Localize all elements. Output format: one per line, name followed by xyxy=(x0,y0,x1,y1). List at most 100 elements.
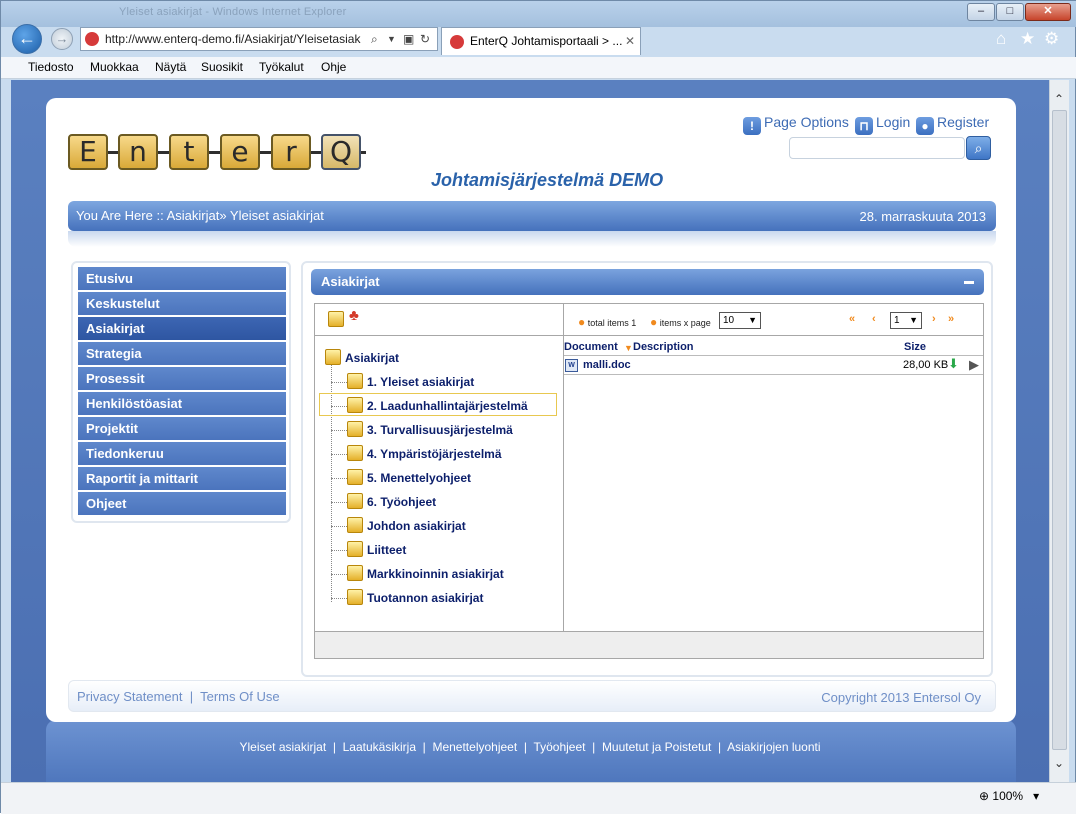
tree-node[interactable]: Markkinoinnin asiakirjat xyxy=(347,565,504,581)
maximize-button[interactable]: □ xyxy=(996,3,1024,21)
sidebar-item-asiakirjat[interactable]: Asiakirjat xyxy=(78,317,286,341)
sidebar-item-henkilostoasiat[interactable]: Henkilöstöasiat xyxy=(78,392,286,416)
tree-node[interactable]: Tuotannon asiakirjat xyxy=(347,589,483,605)
menu-suosikit[interactable]: Suosikit xyxy=(201,60,243,74)
tree-node[interactable]: Johdon asiakirjat xyxy=(347,517,466,533)
menu-tyokalut[interactable]: Työkalut xyxy=(259,60,304,74)
login-link[interactable]: ⊓ Login xyxy=(855,114,910,135)
browser-window: Yleiset asiakirjat - Windows Internet Ex… xyxy=(0,0,1076,814)
forward-button[interactable]: → xyxy=(51,28,73,50)
gear-icon[interactable]: ⚙ xyxy=(1044,29,1059,49)
col-description[interactable]: Description xyxy=(633,341,694,353)
col-size[interactable]: Size xyxy=(904,341,926,353)
address-bar[interactable]: http://www.enterq-demo.fi/Asiakirjat/Yle… xyxy=(80,27,438,51)
menu-bar: Tiedosto Muokkaa Näytä Suosikit Työkalut… xyxy=(1,57,1076,79)
menu-nayta[interactable]: Näytä xyxy=(155,60,186,74)
browser-tab[interactable]: EnterQ Johtamisportaali > ... ✕ xyxy=(441,27,641,55)
dropdown-arrow-icon[interactable]: ▼ xyxy=(387,28,396,50)
tree-hline xyxy=(331,526,347,527)
total-items: ● total items 1 xyxy=(578,315,637,329)
panel-header: Asiakirjat ▬ xyxy=(311,269,984,295)
logo-tile-e: E xyxy=(68,134,108,170)
first-page-icon[interactable]: « xyxy=(849,313,855,325)
close-window-button[interactable]: ✕ xyxy=(1025,3,1071,21)
zoom-icon: ⊕ xyxy=(979,789,990,803)
breadcrumb-text[interactable]: You Are Here :: Asiakirjat» Yleiset asia… xyxy=(76,208,324,223)
sidebar-item-ohjeet[interactable]: Ohjeet xyxy=(78,492,286,516)
table-row[interactable]: W malli.doc 28,00 KB ⬇ ▶ xyxy=(564,355,983,375)
tree-node[interactable]: 3. Turvallisuusjärjestelmä xyxy=(347,421,513,437)
tree-node[interactable]: 2. Laadunhallintajärjestelmä xyxy=(347,397,528,413)
tree-node-label: 1. Yleiset asiakirjat xyxy=(367,375,475,389)
address-url[interactable]: http://www.enterq-demo.fi/Asiakirjat/Yle… xyxy=(105,28,367,50)
sidebar-item-projektit[interactable]: Projektit xyxy=(78,417,286,441)
tree-node[interactable]: 5. Menettelyohjeet xyxy=(347,469,471,485)
tree-node-label: 5. Menettelyohjeet xyxy=(367,471,472,485)
bottom-link[interactable]: Asiakirjojen luonti xyxy=(727,740,820,754)
zoom-control[interactable]: ⊕ 100% ▾ xyxy=(979,789,1039,803)
minimize-button[interactable]: – xyxy=(967,3,995,21)
vertical-scrollbar[interactable]: ⌃ ⌄ xyxy=(1049,80,1069,782)
bottom-link[interactable]: Muutetut ja Poistetut xyxy=(602,740,711,754)
tree-node-root[interactable]: Asiakirjat xyxy=(325,349,399,365)
prev-page-icon[interactable]: ‹ xyxy=(872,313,876,325)
menu-muokkaa[interactable]: Muokkaa xyxy=(90,60,139,74)
search-input[interactable] xyxy=(789,137,965,159)
page-select[interactable]: 1 ▼ xyxy=(890,312,922,329)
sidebar-item-strategia[interactable]: Strategia xyxy=(78,342,286,366)
new-folder-icon[interactable] xyxy=(328,311,344,327)
collapse-icon[interactable]: ▬ xyxy=(964,269,974,295)
document-name[interactable]: malli.doc xyxy=(583,359,631,371)
bottom-link[interactable]: Laatukäsikirja xyxy=(343,740,416,754)
permissions-icon[interactable]: ♣ xyxy=(349,307,359,324)
tree-node-label: Asiakirjat xyxy=(345,351,400,365)
scroll-up-icon[interactable]: ⌃ xyxy=(1054,92,1064,106)
logo-tile-e2: e xyxy=(220,134,260,170)
page-options-link[interactable]: ! Page Options xyxy=(743,114,849,135)
menu-tiedosto[interactable]: Tiedosto xyxy=(28,60,74,74)
tab-title: EnterQ Johtamisportaali > ... xyxy=(470,34,623,48)
sidebar-item-keskustelut[interactable]: Keskustelut xyxy=(78,292,286,316)
bottom-link[interactable]: Yleiset asiakirjat xyxy=(239,740,326,754)
favorites-star-icon[interactable]: ★ xyxy=(1020,29,1035,49)
register-link[interactable]: ● Register xyxy=(916,114,989,135)
items-per-page-select[interactable]: 10 ▼ xyxy=(719,312,761,329)
sidebar-item-tiedonkeruu[interactable]: Tiedonkeruu xyxy=(78,442,286,466)
bottom-link[interactable]: Menettelyohjeet xyxy=(432,740,517,754)
sidebar-item-prosessit[interactable]: Prosessit xyxy=(78,367,286,391)
page-select-arrow-icon: ▼ xyxy=(909,315,918,325)
tree-node-label: 2. Laadunhallintajärjestelmä xyxy=(367,399,528,413)
footer-separator: | xyxy=(189,689,194,704)
magnifier-icon: ⌕ xyxy=(974,140,983,156)
refresh-icon[interactable]: ↻ xyxy=(420,28,430,50)
scroll-down-icon[interactable]: ⌄ xyxy=(1054,756,1064,770)
download-icon[interactable]: ⬇ xyxy=(948,356,962,372)
bottom-link[interactable]: Työohjeet xyxy=(533,740,585,754)
tree-node[interactable]: 4. Ympäristöjärjestelmä xyxy=(347,445,502,461)
terms-link[interactable]: Terms Of Use xyxy=(200,689,279,704)
tree-node[interactable]: 1. Yleiset asiakirjat xyxy=(347,373,474,389)
tree-hline xyxy=(331,478,347,479)
search-icon[interactable]: ⌕ xyxy=(371,28,378,50)
last-page-icon[interactable]: » xyxy=(948,313,954,325)
close-tab-icon[interactable]: ✕ xyxy=(625,28,635,54)
page-viewport: E n t e r Q Johtamisjärjestelmä DEMO ! Pa… xyxy=(11,80,1049,782)
scrollbar-thumb[interactable] xyxy=(1052,110,1067,750)
menu-ohje[interactable]: Ohje xyxy=(321,60,346,74)
sidebar-item-raportit[interactable]: Raportit ja mittarit xyxy=(78,467,286,491)
col-document[interactable]: Document xyxy=(564,341,618,353)
home-icon[interactable]: ⌂ xyxy=(996,29,1006,49)
back-button[interactable]: ← xyxy=(12,24,42,54)
compat-view-icon[interactable]: ▣ xyxy=(403,28,414,50)
footer-links: Privacy Statement | Terms Of Use xyxy=(77,689,280,704)
sidebar-item-etusivu[interactable]: Etusivu xyxy=(78,267,286,291)
privacy-link[interactable]: Privacy Statement xyxy=(77,689,183,704)
tree-node[interactable]: 6. Työohjeet xyxy=(347,493,436,509)
tree-node-label: Liitteet xyxy=(367,543,407,557)
search-button[interactable]: ⌕ xyxy=(966,136,991,160)
tree-node[interactable]: Liitteet xyxy=(347,541,406,557)
folder-icon xyxy=(347,493,363,509)
play-arrow-icon[interactable]: ▶ xyxy=(969,357,979,373)
next-page-icon[interactable]: › xyxy=(932,313,936,325)
folder-icon xyxy=(347,445,363,461)
